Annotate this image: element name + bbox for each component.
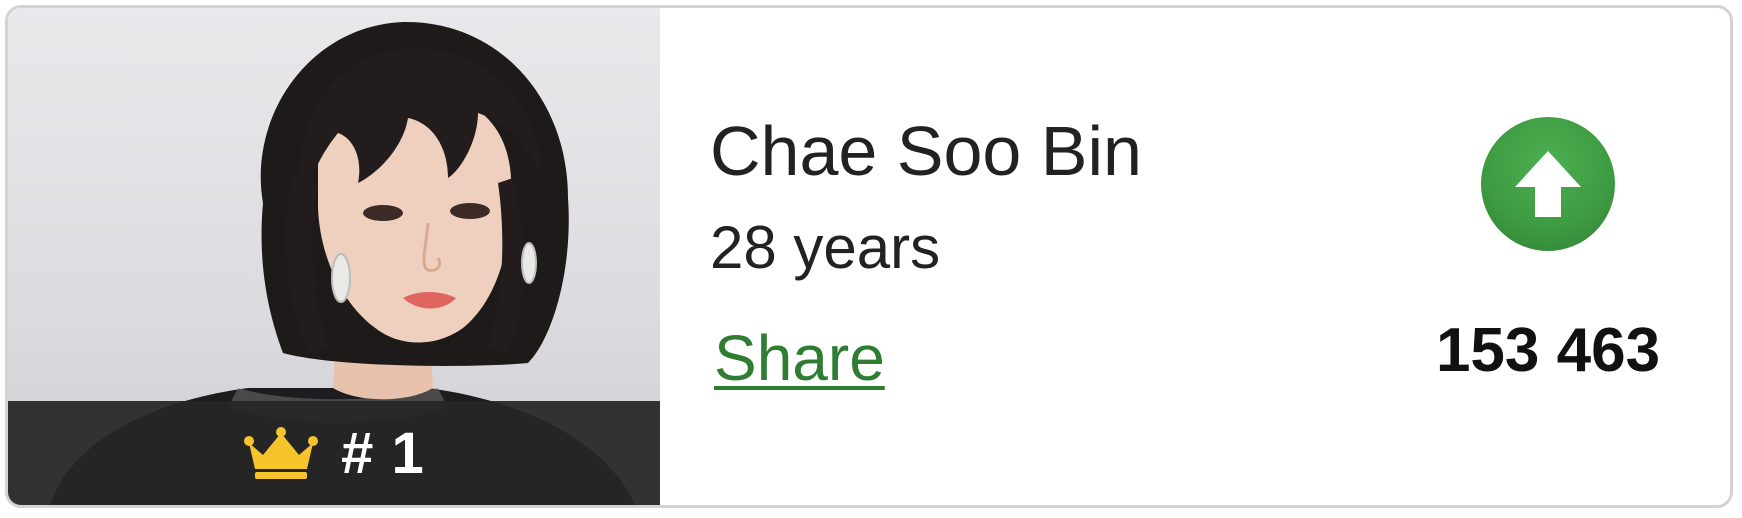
vote-count: 153 463 [1435,316,1661,385]
crown-icon [244,427,319,479]
upvote-button[interactable] [1481,117,1615,251]
person-name: Chae Soo Bin [710,112,1142,190]
rank-banner: # 1 [8,401,660,505]
arrow-up-icon [1515,151,1581,217]
profile-photo: # 1 [8,8,660,505]
profile-card: # 1 Chae Soo Bin 28 years Share 153 463 [5,5,1733,508]
person-age: 28 years [710,214,941,281]
rank-label: # 1 [341,420,425,486]
share-link[interactable]: Share [714,326,885,390]
